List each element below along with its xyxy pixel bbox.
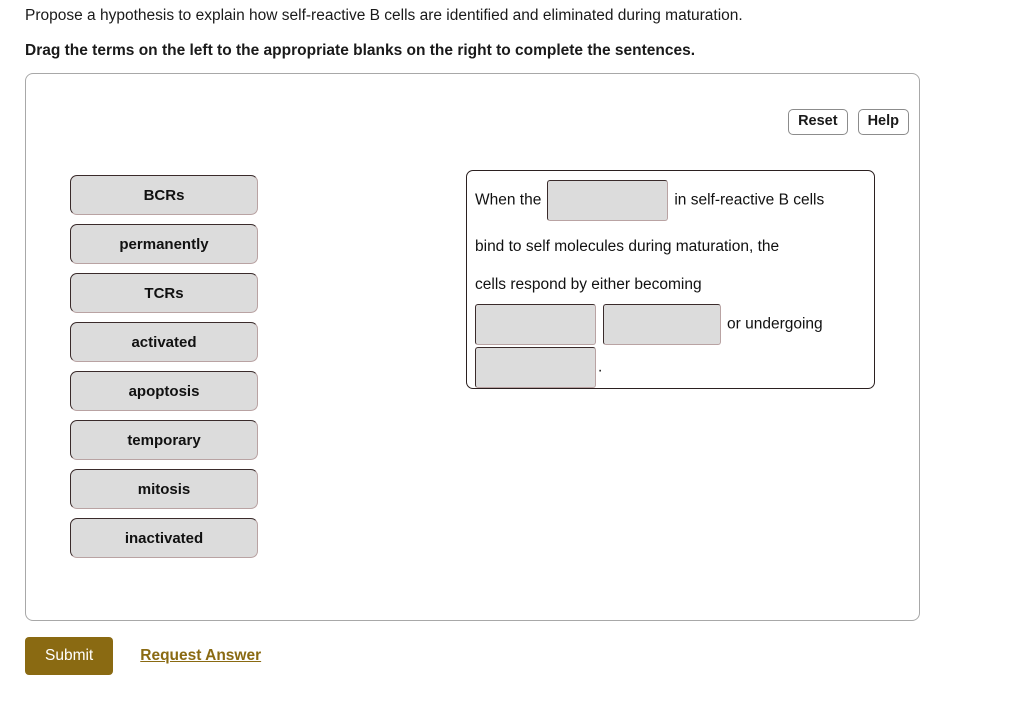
term-tile-inactivated[interactable]: inactivated [70,518,258,558]
drop-blank-3[interactable] [603,304,721,345]
sentence-segment-5: or undergoing [727,315,823,333]
sentence-segment-2: in self-reactive B cells [674,191,825,209]
term-tile-tcrs[interactable]: TCRs [70,273,258,313]
submit-button[interactable]: Submit [25,637,114,675]
term-tile-permanently[interactable]: permanently [70,224,258,264]
term-tile-apoptosis[interactable]: apoptosis [70,371,258,411]
sentence-segment-3: bind to self molecules during maturation… [475,238,780,255]
term-tile-mitosis[interactable]: mitosis [70,469,258,509]
sentence-segment-4: cells respond by either becoming [475,276,702,293]
sentence-completion-box: When the in self-reactive B cells bind to… [466,170,875,389]
reset-button[interactable]: Reset [788,109,848,135]
activity-panel: Reset Help BCRs permanently TCRs activat… [25,73,920,621]
help-button[interactable]: Help [857,109,909,135]
activity-toolbar: Reset Help [788,109,909,135]
sentence-segment-1: When the [475,191,542,209]
question-prompt: Propose a hypothesis to explain how self… [25,7,743,24]
term-bank: BCRs permanently TCRs activated apoptosi… [70,175,258,558]
term-tile-bcrs[interactable]: BCRs [70,175,258,215]
drop-blank-4[interactable] [475,347,596,388]
footer-actions: Submit Request Answer [25,637,261,675]
drop-blank-2[interactable] [475,304,596,345]
request-answer-link[interactable]: Request Answer [140,647,261,665]
term-tile-activated[interactable]: activated [70,322,258,362]
drop-blank-1[interactable] [547,180,669,221]
term-tile-temporary[interactable]: temporary [70,420,258,460]
drag-instruction: Drag the terms on the left to the approp… [25,42,696,59]
sentence-segment-6: . [598,358,603,376]
sentence-flow: When the in self-reactive B cells bind to… [475,180,866,390]
